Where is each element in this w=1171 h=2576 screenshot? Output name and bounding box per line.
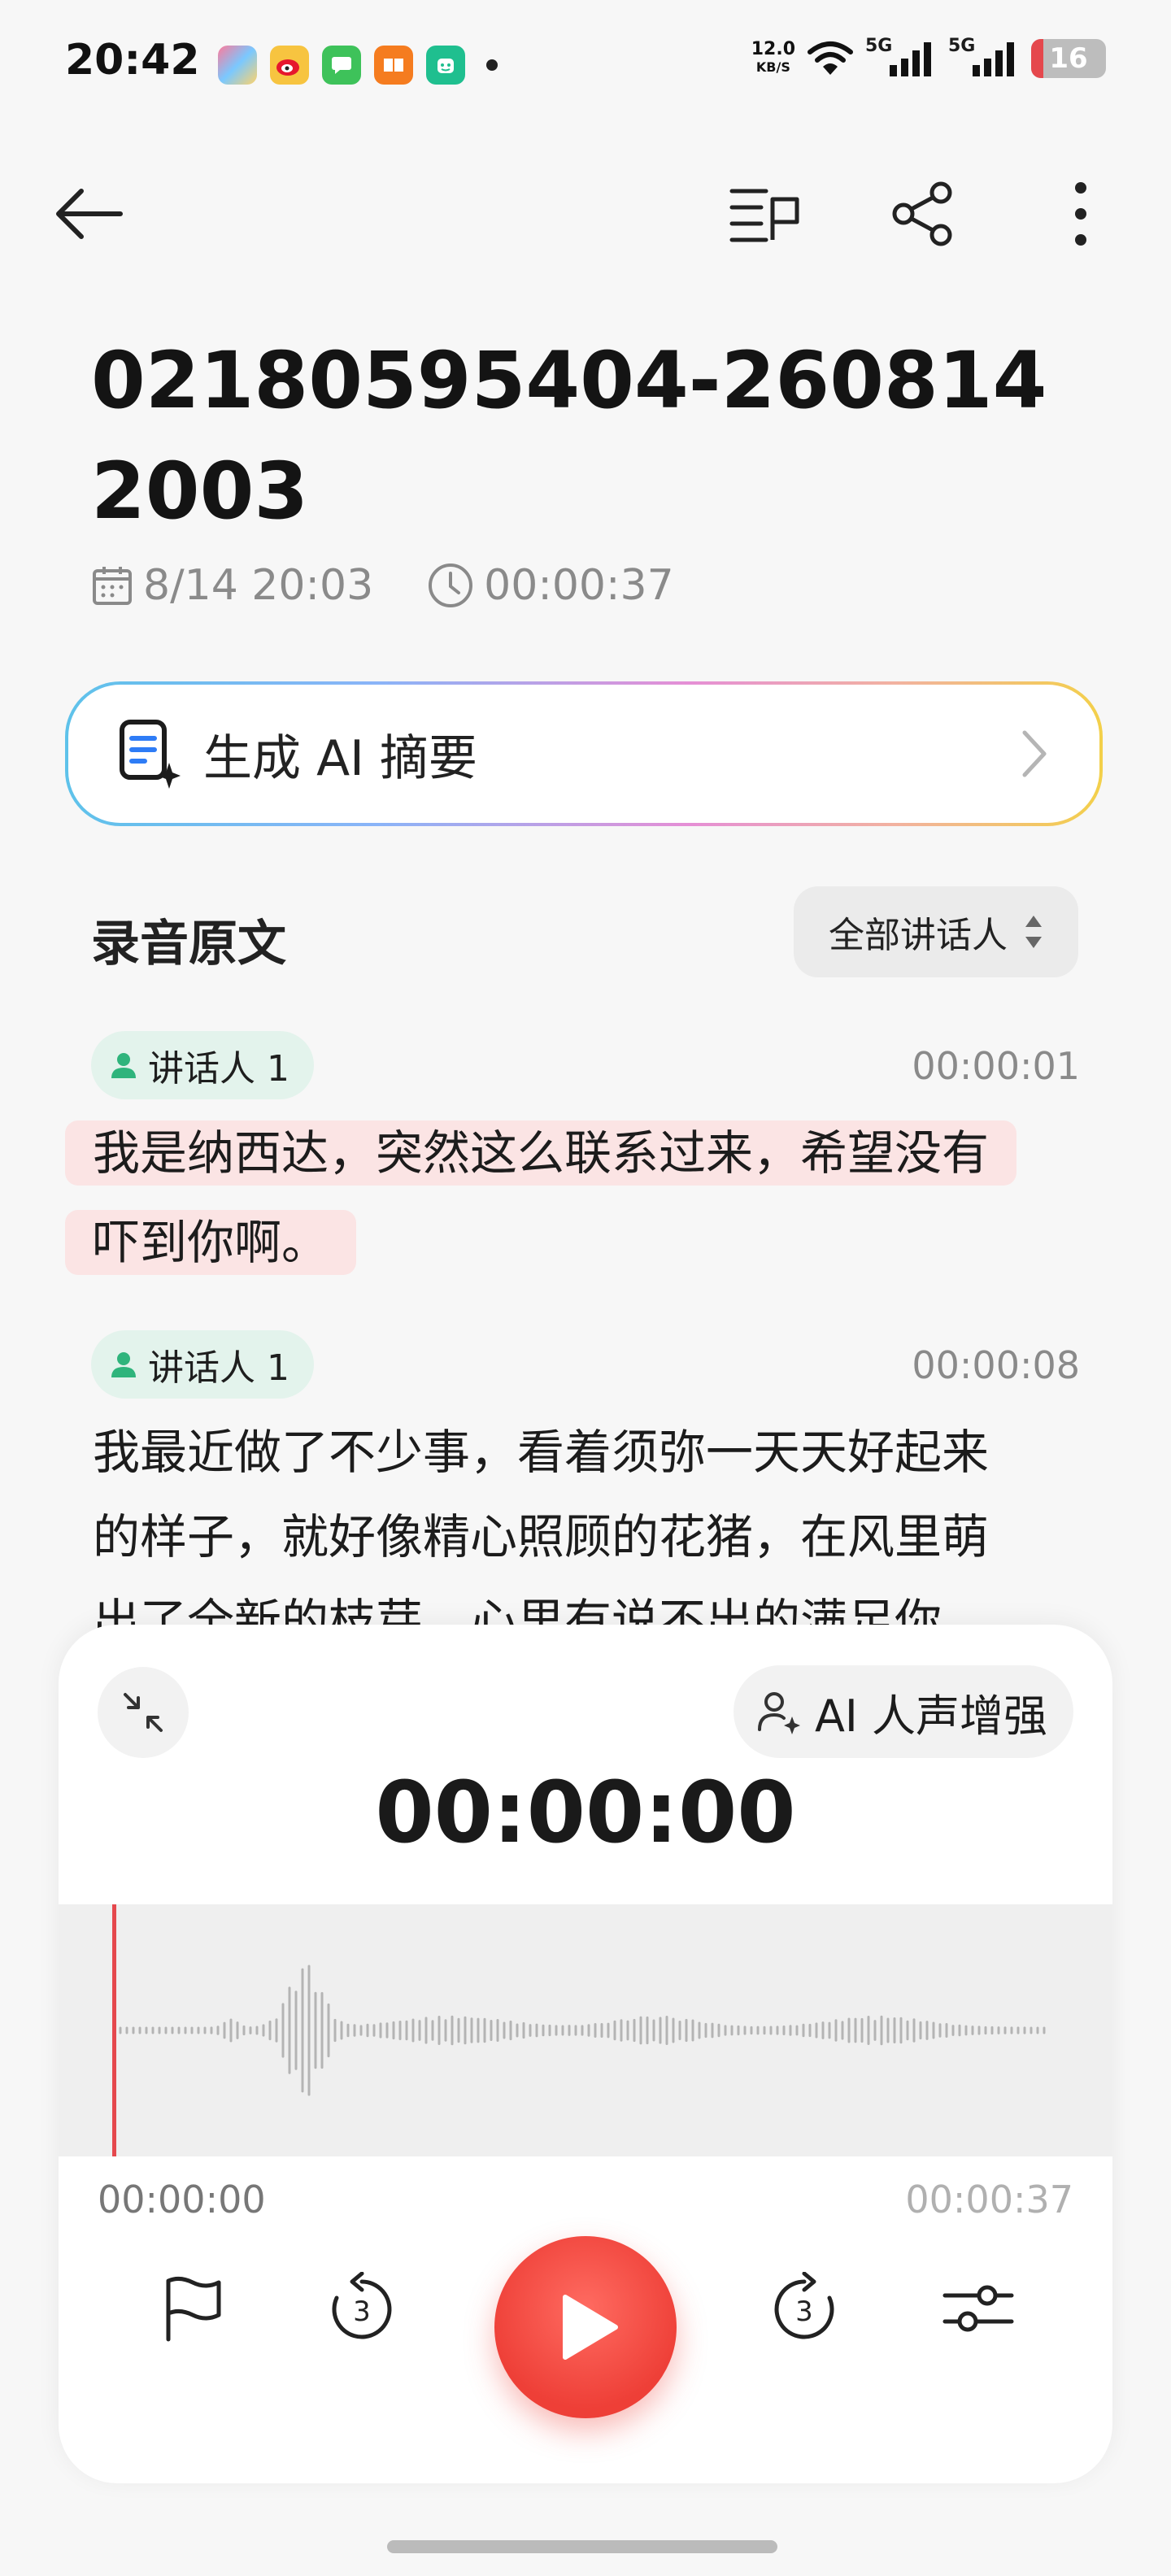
person-icon: [111, 1053, 136, 1078]
home-indicator[interactable]: [387, 2540, 777, 2553]
add-mark-button[interactable]: [140, 2256, 246, 2361]
collapse-icon: [124, 1693, 163, 1732]
person-icon: [111, 1352, 136, 1377]
share-button[interactable]: [886, 177, 960, 250]
entry-timestamp[interactable]: 00:00:01: [912, 1044, 1080, 1088]
playhead[interactable]: [112, 1904, 116, 2156]
speaker-name: 讲话人 1: [148, 1347, 289, 1389]
transcript-section-title: 录音原文: [91, 916, 286, 973]
recording-date: 8/14 20:03: [91, 561, 373, 610]
transcript-line: 的样子，就好像精心照顾的花猪，在风里萌: [93, 1509, 990, 1564]
mark-list-icon: [729, 189, 799, 242]
back-arrow-icon: [56, 189, 123, 239]
weibo-icon: [270, 46, 309, 85]
transcript-line: 我是纳西达，突然这么联系过来，希望没有: [65, 1120, 1017, 1186]
transcript-entry-text[interactable]: 我是纳西达，突然这么联系过来，希望没有 吓到你啊。: [65, 1111, 1017, 1285]
signal-bars-icon: [890, 42, 931, 76]
wifi-icon: [808, 41, 853, 75]
transcript-line: 我最近做了不少事，看着须弥一天天好起来: [93, 1425, 990, 1480]
playback-start-time: 00:00:00: [98, 2178, 266, 2221]
more-vertical-icon: [1075, 182, 1086, 246]
skip-back-button[interactable]: 3: [309, 2256, 415, 2361]
calendar-icon: [93, 567, 132, 605]
messages-icon: [322, 46, 361, 85]
player-panel: AI 人声增强 00:00:00 00:00:00 00:00:37 3 3: [59, 1625, 1112, 2483]
speaker-filter-dropdown[interactable]: 全部讲话人: [794, 886, 1078, 977]
speaker-chip[interactable]: 讲话人 1: [91, 1330, 314, 1399]
speaker-filter-label: 全部讲话人: [829, 915, 1008, 956]
cellular-signal-2: 5G: [948, 36, 1020, 78]
speaker-name: 讲话人 1: [148, 1048, 289, 1090]
sliders-icon: [942, 2285, 1014, 2332]
skip-back-seconds: 3: [353, 2295, 371, 2328]
playback-end-time: 00:00:37: [905, 2178, 1073, 2221]
recording-meta: 8/14 20:03 00:00:37: [91, 561, 728, 610]
waveform: [119, 1965, 1046, 2096]
sort-updown-icon: [1025, 916, 1042, 948]
waveform-area[interactable]: [59, 1904, 1112, 2156]
mihome-icon: [426, 46, 465, 85]
recording-title: 02180595404-2608142003: [91, 335, 1047, 537]
recording-duration: 00:00:37: [427, 561, 674, 610]
mark-list-button[interactable]: [729, 177, 802, 250]
recording-duration-text: 00:00:37: [484, 561, 674, 610]
net-speed: 12.0 KB/S: [751, 41, 795, 76]
clock-icon: [429, 564, 473, 607]
battery-fill: [1031, 39, 1043, 78]
skip-forward-button[interactable]: 3: [751, 2256, 857, 2361]
skip-forward-seconds: 3: [795, 2295, 813, 2328]
signal-bars-icon: [973, 42, 1014, 76]
notification-icons: [218, 46, 498, 85]
minimize-player-button[interactable]: [98, 1667, 189, 1758]
more-notifications-dot: [486, 59, 498, 71]
forward-3s-icon: 3: [774, 2272, 834, 2339]
back-button[interactable]: [52, 177, 125, 250]
ai-document-icon: [120, 720, 181, 789]
net-speed-value: 12.0: [751, 39, 795, 59]
play-button[interactable]: [494, 2236, 677, 2418]
audio-settings-button[interactable]: [925, 2256, 1031, 2361]
ai-summary-label: 生成 AI 摘要: [203, 729, 477, 787]
rewind-3s-icon: 3: [332, 2272, 392, 2339]
status-right: 12.0 KB/S 5G 5G 16: [751, 36, 1106, 78]
more-options-button[interactable]: [1044, 177, 1117, 250]
cellular-signal-1: 5G: [865, 36, 937, 78]
photos-app-icon: [218, 46, 257, 85]
play-icon: [563, 2295, 618, 2360]
flag-icon: [166, 2276, 221, 2342]
battery-indicator: 16: [1031, 39, 1106, 78]
status-time: 20:42: [65, 36, 200, 85]
entry-timestamp[interactable]: 00:00:08: [912, 1343, 1080, 1387]
recording-date-text: 8/14 20:03: [143, 561, 374, 610]
net-speed-unit: KB/S: [755, 59, 790, 75]
person-sparkle-icon: [757, 1692, 800, 1734]
ai-voice-enhance-button[interactable]: AI 人声增强: [733, 1665, 1073, 1758]
ai-voice-enhance-label: AI 人声增强: [814, 1690, 1047, 1742]
playback-timer: 00:00:00: [375, 1763, 796, 1862]
books-icon: [374, 46, 413, 85]
transcript-line: 吓到你啊。: [65, 1210, 357, 1275]
speaker-chip[interactable]: 讲话人 1: [91, 1031, 314, 1099]
chevron-right-icon: [1022, 730, 1047, 777]
share-icon: [892, 181, 952, 246]
battery-level: 16: [1049, 42, 1088, 75]
ai-summary-button[interactable]: 生成 AI 摘要: [65, 681, 1103, 826]
